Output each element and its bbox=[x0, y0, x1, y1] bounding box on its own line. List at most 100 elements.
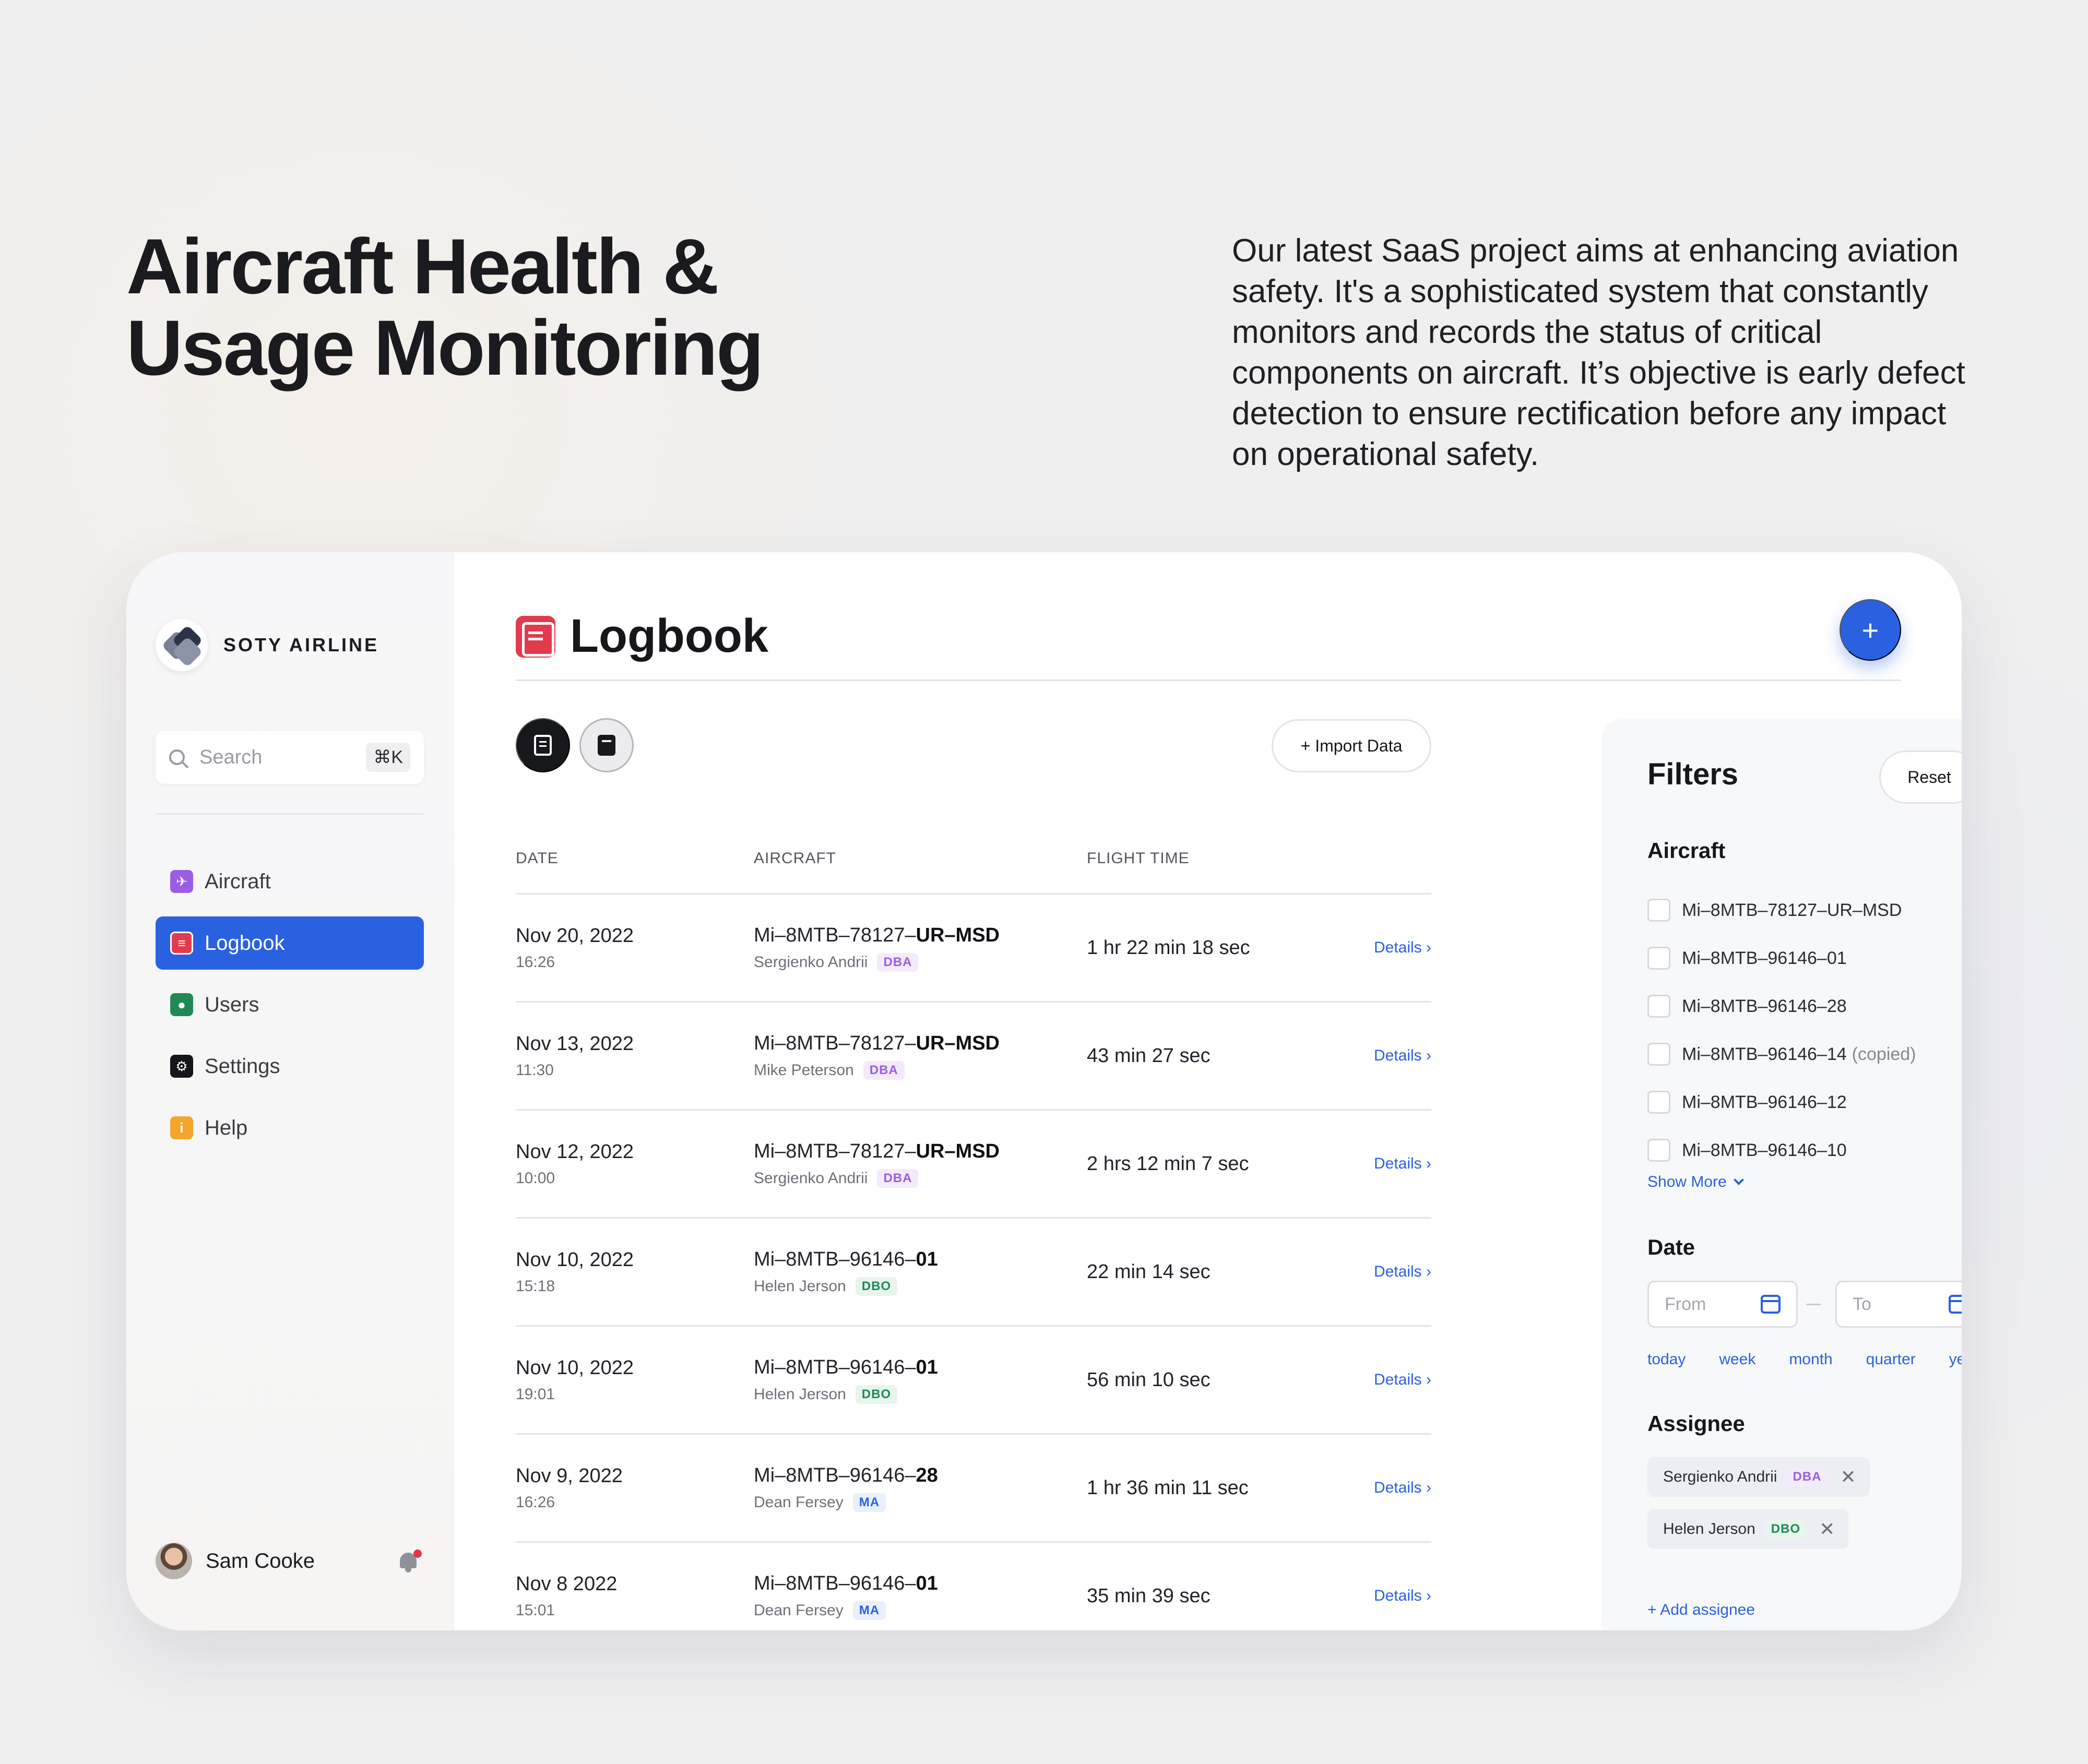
logbook-title-icon bbox=[516, 615, 555, 658]
preset-month[interactable]: month bbox=[1789, 1351, 1832, 1368]
aircraft-id: Mi–8MTB–78127–UR–MSD bbox=[754, 1140, 1087, 1163]
reset-button[interactable]: Reset bbox=[1879, 750, 1962, 804]
column-header-date[interactable]: DATE bbox=[516, 850, 754, 867]
assignee-name: Sergienko Andrii bbox=[754, 953, 868, 971]
aircraft-filter-option[interactable]: Mi–8MTB–96146–14 (copied) bbox=[1647, 1030, 1916, 1078]
preset-today[interactable]: today bbox=[1647, 1351, 1686, 1368]
show-more-button[interactable]: Show More bbox=[1647, 1173, 1744, 1191]
sidebar-item-settings[interactable]: ⚙ Settings bbox=[156, 1040, 424, 1093]
table-row[interactable]: Nov 12, 2022 10:00 Mi–8MTB–78127–UR–MSD Ser… bbox=[516, 1111, 1431, 1219]
add-entry-button[interactable]: + bbox=[1840, 599, 1901, 661]
details-link[interactable]: Details › bbox=[1358, 939, 1431, 957]
assignee-name: Sergienko Andrii bbox=[754, 1169, 868, 1187]
user-profile[interactable]: Sam Cooke bbox=[156, 1543, 424, 1579]
aircraft-id-suffix: UR–MSD bbox=[916, 1032, 1000, 1054]
column-header-flight-time[interactable]: FLIGHT TIME bbox=[1087, 850, 1358, 867]
sidebar-item-logbook[interactable]: ≡ Logbook bbox=[156, 916, 424, 970]
details-label: Details bbox=[1373, 1479, 1422, 1496]
aircraft-filter-option[interactable]: Mi–8MTB–96146–01 bbox=[1647, 934, 1916, 982]
date-to-field[interactable] bbox=[1835, 1281, 1962, 1328]
aircraft-filter-option[interactable]: Mi–8MTB–78127–UR–MSD bbox=[1647, 886, 1916, 934]
flight-time: 35 min 39 sec bbox=[1087, 1584, 1211, 1607]
app-window: SOTY AIRLINE ⌘K ✈ Aircraft ≡ Logbook ● U… bbox=[126, 552, 1962, 1630]
date-cell: Nov 10, 2022 19:01 bbox=[516, 1357, 754, 1403]
preset-quarter[interactable]: quarter bbox=[1866, 1351, 1916, 1368]
checkbox[interactable] bbox=[1647, 1091, 1670, 1114]
role-badge: DBO bbox=[855, 1277, 898, 1296]
bell-icon[interactable] bbox=[398, 1550, 422, 1572]
flight-time: 1 hr 22 min 18 sec bbox=[1087, 936, 1250, 959]
details-link[interactable]: Details › bbox=[1358, 1587, 1431, 1605]
assignee-info: Sergienko Andrii DBA bbox=[754, 1169, 1087, 1188]
book-view-button[interactable] bbox=[579, 718, 634, 772]
search-input[interactable] bbox=[199, 746, 356, 769]
details-label: Details bbox=[1373, 939, 1422, 956]
import-data-button[interactable]: + Import Data bbox=[1272, 719, 1431, 772]
checkbox[interactable] bbox=[1647, 899, 1670, 922]
details-link[interactable]: Details › bbox=[1358, 1047, 1431, 1065]
aircraft-filter-option[interactable]: Mi–8MTB–96146–12 bbox=[1647, 1078, 1916, 1126]
assignee-chip: Helen Jerson DBO ✕ bbox=[1647, 1509, 1849, 1549]
flight-time: 56 min 10 sec bbox=[1087, 1368, 1211, 1391]
details-link[interactable]: Details › bbox=[1358, 1263, 1431, 1281]
aircraft-id-prefix: Mi–8MTB–96146– bbox=[754, 1356, 916, 1378]
row-date: Nov 10, 2022 bbox=[516, 1248, 634, 1271]
calendar-icon[interactable] bbox=[1949, 1295, 1962, 1314]
details-link[interactable]: Details › bbox=[1358, 1479, 1431, 1497]
row-time: 10:00 bbox=[516, 1169, 555, 1187]
brand[interactable]: SOTY AIRLINE bbox=[156, 619, 379, 671]
table-row[interactable]: Nov 8 2022 15:01 Mi–8MTB–96146–01 Dean Fers… bbox=[516, 1543, 1431, 1630]
aircraft-cell: Mi–8MTB–78127–UR–MSD Mike Peterson DBA bbox=[754, 1032, 1087, 1080]
hero-description: Our latest SaaS project aims at enhancin… bbox=[1232, 233, 1965, 472]
users-icon: ● bbox=[170, 993, 193, 1016]
table-row[interactable]: Nov 20, 2022 16:26 Mi–8MTB–78127–UR–MSD Ser… bbox=[516, 895, 1431, 1003]
search-box[interactable]: ⌘K bbox=[156, 731, 424, 784]
close-icon[interactable]: ✕ bbox=[1819, 1518, 1835, 1540]
filters-title: Filters bbox=[1647, 757, 1739, 791]
aircraft-filter-option[interactable]: Mi–8MTB–96146–10 bbox=[1647, 1126, 1916, 1174]
chevron-down-icon bbox=[1733, 1175, 1744, 1185]
table-row[interactable]: Nov 13, 2022 11:30 Mi–8MTB–78127–UR–MSD Mik… bbox=[516, 1003, 1431, 1111]
preset-week[interactable]: week bbox=[1719, 1351, 1755, 1368]
assignee-info: Mike Peterson DBA bbox=[754, 1060, 1087, 1080]
aircraft-filter-option[interactable]: Mi–8MTB–96146–28 bbox=[1647, 982, 1916, 1030]
close-icon[interactable]: ✕ bbox=[1840, 1466, 1856, 1488]
page-title: Logbook bbox=[570, 610, 768, 662]
table-row[interactable]: Nov 10, 2022 15:18 Mi–8MTB–96146–01 Helen J… bbox=[516, 1219, 1431, 1327]
list-view-button[interactable] bbox=[516, 718, 570, 772]
flight-time: 1 hr 36 min 11 sec bbox=[1087, 1476, 1249, 1499]
date-from-field[interactable] bbox=[1647, 1281, 1798, 1328]
checkbox[interactable] bbox=[1647, 995, 1670, 1018]
book-icon bbox=[598, 735, 615, 756]
checkbox[interactable] bbox=[1647, 1043, 1670, 1066]
date-from-input[interactable] bbox=[1665, 1294, 1743, 1315]
sidebar-item-help[interactable]: i Help bbox=[156, 1101, 424, 1154]
table-row[interactable]: Nov 9, 2022 16:26 Mi–8MTB–96146–28 Dean Fer… bbox=[516, 1435, 1431, 1543]
details-link[interactable]: Details › bbox=[1358, 1371, 1431, 1389]
aircraft-id: Mi–8MTB–96146–01 bbox=[754, 1356, 1087, 1379]
aircraft-id: Mi–8MTB–96146–28 bbox=[754, 1464, 1087, 1487]
details-label: Details bbox=[1373, 1155, 1422, 1172]
details-label: Details bbox=[1373, 1263, 1422, 1280]
sidebar-item-aircraft[interactable]: ✈ Aircraft bbox=[156, 855, 424, 908]
table-row[interactable]: Nov 10, 2022 19:01 Mi–8MTB–96146–01 Helen J… bbox=[516, 1327, 1431, 1435]
aircraft-id-suffix: UR–MSD bbox=[916, 1140, 1000, 1162]
row-time: 19:01 bbox=[516, 1385, 555, 1403]
option-label: Mi–8MTB–96146–12 bbox=[1682, 1092, 1847, 1112]
option-label: Mi–8MTB–78127–UR–MSD bbox=[1682, 900, 1902, 920]
aircraft-cell: Mi–8MTB–96146–28 Dean Fersey MA bbox=[754, 1464, 1087, 1512]
checkbox[interactable] bbox=[1647, 947, 1670, 970]
assignee-name: Mike Peterson bbox=[754, 1061, 854, 1079]
row-date: Nov 10, 2022 bbox=[516, 1356, 634, 1379]
calendar-icon[interactable] bbox=[1761, 1295, 1781, 1314]
sidebar-item-users[interactable]: ● Users bbox=[156, 978, 424, 1031]
details-link[interactable]: Details › bbox=[1358, 1155, 1431, 1173]
checkbox[interactable] bbox=[1647, 1139, 1670, 1162]
date-to-input[interactable] bbox=[1853, 1294, 1931, 1315]
column-header-aircraft[interactable]: AIRCRAFT bbox=[754, 850, 1087, 867]
preset-year[interactable]: year bbox=[1949, 1351, 1962, 1368]
add-assignee-link[interactable]: + Add assignee bbox=[1647, 1601, 1755, 1619]
avatar bbox=[156, 1543, 192, 1579]
main-content: Logbook + + Import Data DATE AIRCRAFT FL… bbox=[454, 552, 1962, 1630]
sidebar-divider bbox=[156, 813, 424, 815]
